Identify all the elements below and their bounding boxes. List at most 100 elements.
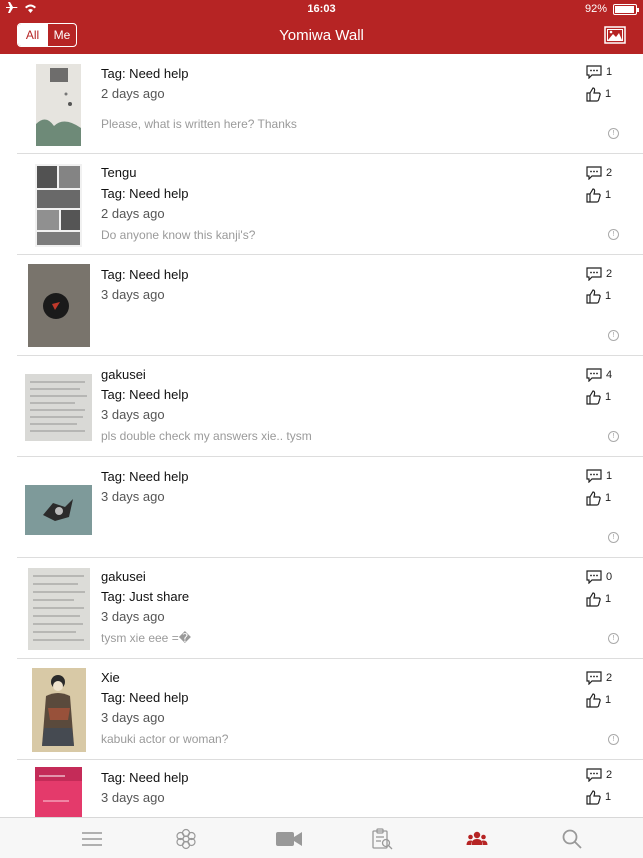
like-count[interactable]: 1 bbox=[586, 490, 611, 506]
like-count[interactable]: 1 bbox=[586, 692, 611, 708]
like-count-value: 1 bbox=[605, 189, 612, 201]
like-count[interactable]: 1 bbox=[586, 187, 611, 203]
post-thumbnail[interactable] bbox=[25, 485, 92, 535]
comment-count-value: 2 bbox=[606, 672, 613, 684]
post-tag: Tag: Need help bbox=[101, 469, 189, 484]
post-thumbnail[interactable] bbox=[36, 64, 81, 146]
comment-count-value: 1 bbox=[606, 470, 613, 482]
status-right: 92% bbox=[584, 3, 639, 15]
post-tag: Tag: Need help bbox=[101, 186, 189, 201]
report-icon[interactable]: ! bbox=[608, 229, 619, 240]
community-icon[interactable] bbox=[466, 828, 488, 850]
like-count[interactable]: 1 bbox=[586, 789, 611, 805]
post-tag: Tag: Need help bbox=[101, 387, 189, 402]
report-icon[interactable]: ! bbox=[608, 633, 619, 644]
like-count-value: 1 bbox=[605, 791, 612, 803]
comment-icon bbox=[586, 267, 602, 281]
post-item[interactable]: gakusei Tag: Just share 3 days ago tysm … bbox=[17, 559, 643, 659]
thumbs-up-icon bbox=[586, 789, 601, 805]
post-username: Tengu bbox=[101, 165, 137, 180]
post-item[interactable]: Tag: Need help 3 days ago 2 1 bbox=[17, 761, 643, 817]
post-time: 2 days ago bbox=[101, 206, 165, 221]
post-username: Xie bbox=[101, 670, 120, 685]
thumbs-up-icon bbox=[586, 86, 601, 102]
post-thumbnail[interactable] bbox=[35, 164, 82, 247]
comment-count-value: 2 bbox=[606, 167, 613, 179]
like-count[interactable]: 1 bbox=[586, 591, 611, 607]
comment-icon bbox=[586, 368, 602, 382]
comment-count[interactable]: 1 bbox=[586, 64, 612, 80]
comment-count-value: 2 bbox=[606, 268, 613, 280]
comment-icon bbox=[586, 570, 602, 584]
report-icon[interactable]: ! bbox=[608, 431, 619, 442]
video-camera-icon[interactable] bbox=[275, 828, 303, 850]
post-username: gakusei bbox=[101, 367, 146, 382]
like-count[interactable]: 1 bbox=[586, 389, 611, 405]
comment-icon bbox=[586, 671, 602, 685]
report-icon[interactable]: ! bbox=[608, 734, 619, 745]
report-icon[interactable]: ! bbox=[608, 330, 619, 341]
post-thumbnail[interactable] bbox=[28, 568, 90, 650]
post-thumbnail[interactable] bbox=[35, 767, 82, 817]
post-thumbnail[interactable] bbox=[25, 374, 92, 441]
comment-count[interactable]: 2 bbox=[586, 266, 612, 282]
post-tag: Tag: Need help bbox=[101, 66, 189, 81]
post-time: 3 days ago bbox=[101, 489, 165, 504]
status-bar: 16:03 92% bbox=[0, 0, 643, 18]
post-thumbnail[interactable] bbox=[32, 668, 86, 752]
comment-count[interactable]: 2 bbox=[586, 165, 612, 181]
post-message: kabuki actor or woman? bbox=[101, 732, 229, 746]
post-item[interactable]: Xie Tag: Need help 3 days ago kabuki act… bbox=[17, 660, 643, 760]
thumbs-up-icon bbox=[586, 187, 601, 203]
post-time: 3 days ago bbox=[101, 710, 165, 725]
clipboard-search-icon[interactable] bbox=[371, 828, 393, 850]
post-thumbnail[interactable] bbox=[28, 264, 90, 347]
post-tag: Tag: Need help bbox=[101, 770, 189, 785]
thumbs-up-icon bbox=[586, 591, 601, 607]
like-count-value: 1 bbox=[605, 88, 612, 100]
like-count[interactable]: 1 bbox=[586, 288, 611, 304]
post-item[interactable]: Tag: Need help 2 days ago Please, what i… bbox=[17, 54, 643, 154]
app-header: 16:03 92% All Me Yomiwa Wall bbox=[0, 0, 643, 54]
thumbs-up-icon bbox=[586, 692, 601, 708]
post-time: 3 days ago bbox=[101, 790, 165, 805]
like-count-value: 1 bbox=[605, 391, 612, 403]
comment-count-value: 4 bbox=[606, 369, 613, 381]
search-icon[interactable] bbox=[561, 828, 583, 850]
report-icon[interactable]: ! bbox=[608, 532, 619, 543]
battery-percent: 92% bbox=[584, 3, 607, 15]
post-time: 3 days ago bbox=[101, 407, 165, 422]
comment-count[interactable]: 0 bbox=[586, 569, 612, 585]
comment-icon bbox=[586, 768, 602, 782]
flower-icon[interactable] bbox=[175, 828, 197, 850]
thumbs-up-icon bbox=[586, 288, 601, 304]
comment-icon bbox=[586, 469, 602, 483]
comment-count[interactable]: 4 bbox=[586, 367, 612, 383]
post-tag: Tag: Just share bbox=[101, 589, 190, 604]
tab-bar bbox=[0, 817, 643, 858]
like-count-value: 1 bbox=[605, 694, 612, 706]
comment-count[interactable]: 2 bbox=[586, 767, 612, 783]
post-message: tysm xie eee =� bbox=[101, 631, 192, 645]
post-time: 2 days ago bbox=[101, 86, 165, 101]
comment-count[interactable]: 2 bbox=[586, 670, 612, 686]
post-time: 3 days ago bbox=[101, 609, 165, 624]
comment-count[interactable]: 1 bbox=[586, 468, 612, 484]
post-item[interactable]: Tag: Need help 3 days ago 2 1 ! bbox=[17, 256, 643, 356]
post-message: Please, what is written here? Thanks bbox=[101, 117, 297, 131]
comment-count-value: 1 bbox=[606, 66, 613, 78]
like-count[interactable]: 1 bbox=[586, 86, 611, 102]
comment-count-value: 2 bbox=[606, 769, 613, 781]
post-item[interactable]: Tengu Tag: Need help 2 days ago Do anyon… bbox=[17, 155, 643, 255]
comment-icon bbox=[586, 65, 602, 79]
page-title: Yomiwa Wall bbox=[279, 27, 364, 44]
post-tag: Tag: Need help bbox=[101, 690, 189, 705]
post-item[interactable]: gakusei Tag: Need help 3 days ago pls do… bbox=[17, 357, 643, 457]
post-username: gakusei bbox=[101, 569, 146, 584]
gallery-icon[interactable] bbox=[604, 25, 626, 45]
post-item[interactable]: Tag: Need help 3 days ago 1 1 ! bbox=[17, 458, 643, 558]
post-message: pls double check my answers xie.. tysm bbox=[101, 429, 312, 443]
report-icon[interactable]: ! bbox=[608, 128, 619, 139]
wall-feed[interactable]: Tag: Need help 2 days ago Please, what i… bbox=[17, 54, 643, 817]
menu-icon[interactable] bbox=[81, 828, 103, 850]
